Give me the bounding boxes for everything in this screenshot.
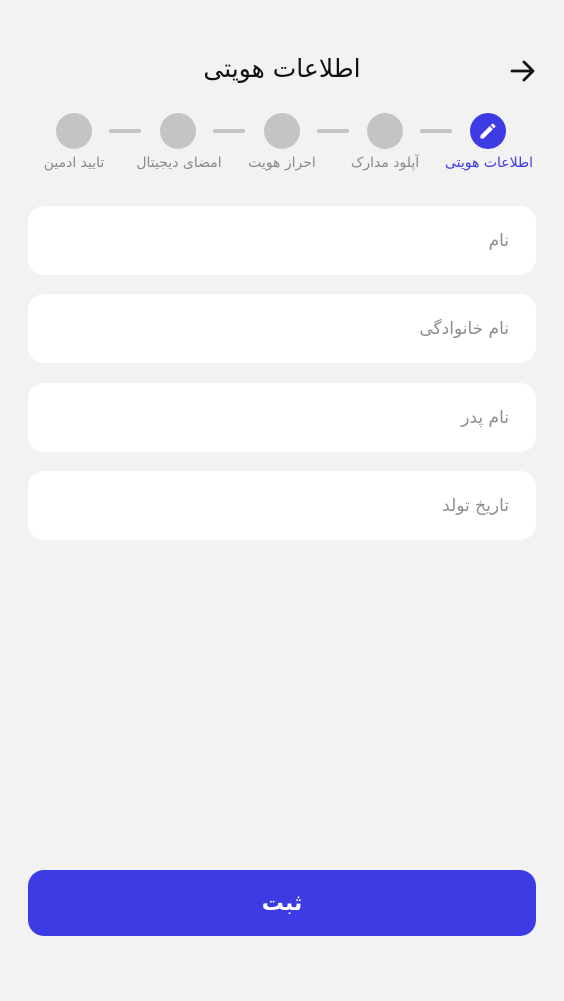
step-label-identity-verification: احراز هویت xyxy=(248,155,316,171)
step-circle-admin-approval[interactable] xyxy=(56,113,92,149)
last-name-input[interactable] xyxy=(28,294,536,363)
step-circle-identity-info[interactable] xyxy=(470,113,506,149)
page-title: اطلاعات هویتی xyxy=(203,54,361,83)
step-circle-digital-signature[interactable] xyxy=(160,113,196,149)
last-name-field xyxy=(28,294,536,363)
step-label-identity-info: اطلاعات هویتی xyxy=(444,155,534,171)
step-circle-identity-verification[interactable] xyxy=(264,113,300,149)
step-label-admin-approval: تایید ادمین xyxy=(43,155,105,171)
step-connector xyxy=(109,129,141,133)
back-button[interactable] xyxy=(508,56,538,86)
birth-date-field xyxy=(28,471,536,540)
first-name-input[interactable] xyxy=(28,206,536,275)
step-label-digital-signature: امضای دیجیتال xyxy=(136,155,222,171)
progress-stepper: اطلاعات هویتی آپلود مدارک احراز هویت امض… xyxy=(0,113,564,183)
birth-date-input[interactable] xyxy=(28,471,536,540)
submit-button[interactable]: ثبت xyxy=(28,870,536,936)
step-label-upload-documents: آپلود مدارک xyxy=(350,155,420,171)
father-name-input[interactable] xyxy=(28,383,536,452)
father-name-field xyxy=(28,383,536,452)
step-connector xyxy=(420,129,452,133)
step-circle-upload-documents[interactable] xyxy=(367,113,403,149)
first-name-field xyxy=(28,206,536,275)
step-connector xyxy=(213,129,245,133)
header: اطلاعات هویتی xyxy=(0,0,564,110)
pencil-icon xyxy=(480,123,496,139)
step-connector xyxy=(317,129,349,133)
arrow-right-icon xyxy=(510,60,535,82)
